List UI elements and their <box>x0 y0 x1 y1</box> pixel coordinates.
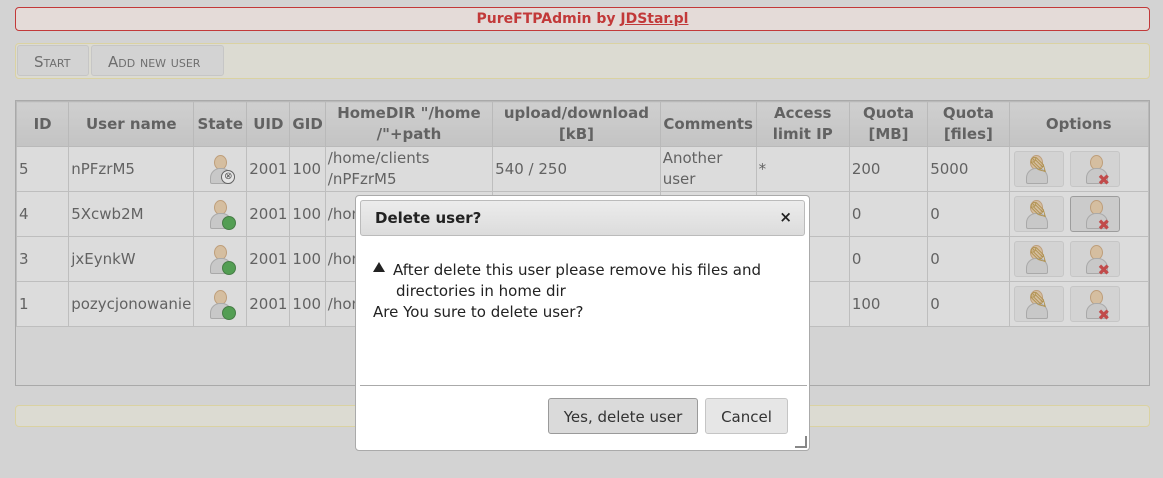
dialog-titlebar[interactable]: Delete user? × <box>360 200 805 236</box>
warning-text: After delete this user please remove his… <box>393 261 761 300</box>
warning-icon <box>373 262 385 272</box>
dialog-body: After delete this user please remove his… <box>373 260 793 323</box>
cancel-button[interactable]: Cancel <box>705 398 788 434</box>
close-icon[interactable]: × <box>779 208 792 226</box>
delete-user-dialog: Delete user? × After delete this user pl… <box>355 195 810 451</box>
resize-handle-icon[interactable] <box>795 436 807 448</box>
page: PureFTPAdmin by JDStar.pl Start Add new … <box>0 0 1163 478</box>
confirm-question: Are You sure to delete user? <box>373 303 584 321</box>
warning-message: After delete this user please remove his… <box>373 260 793 302</box>
confirm-delete-button[interactable]: Yes, delete user <box>548 398 698 434</box>
dialog-divider <box>360 385 807 386</box>
dialog-title: Delete user? <box>375 209 482 227</box>
